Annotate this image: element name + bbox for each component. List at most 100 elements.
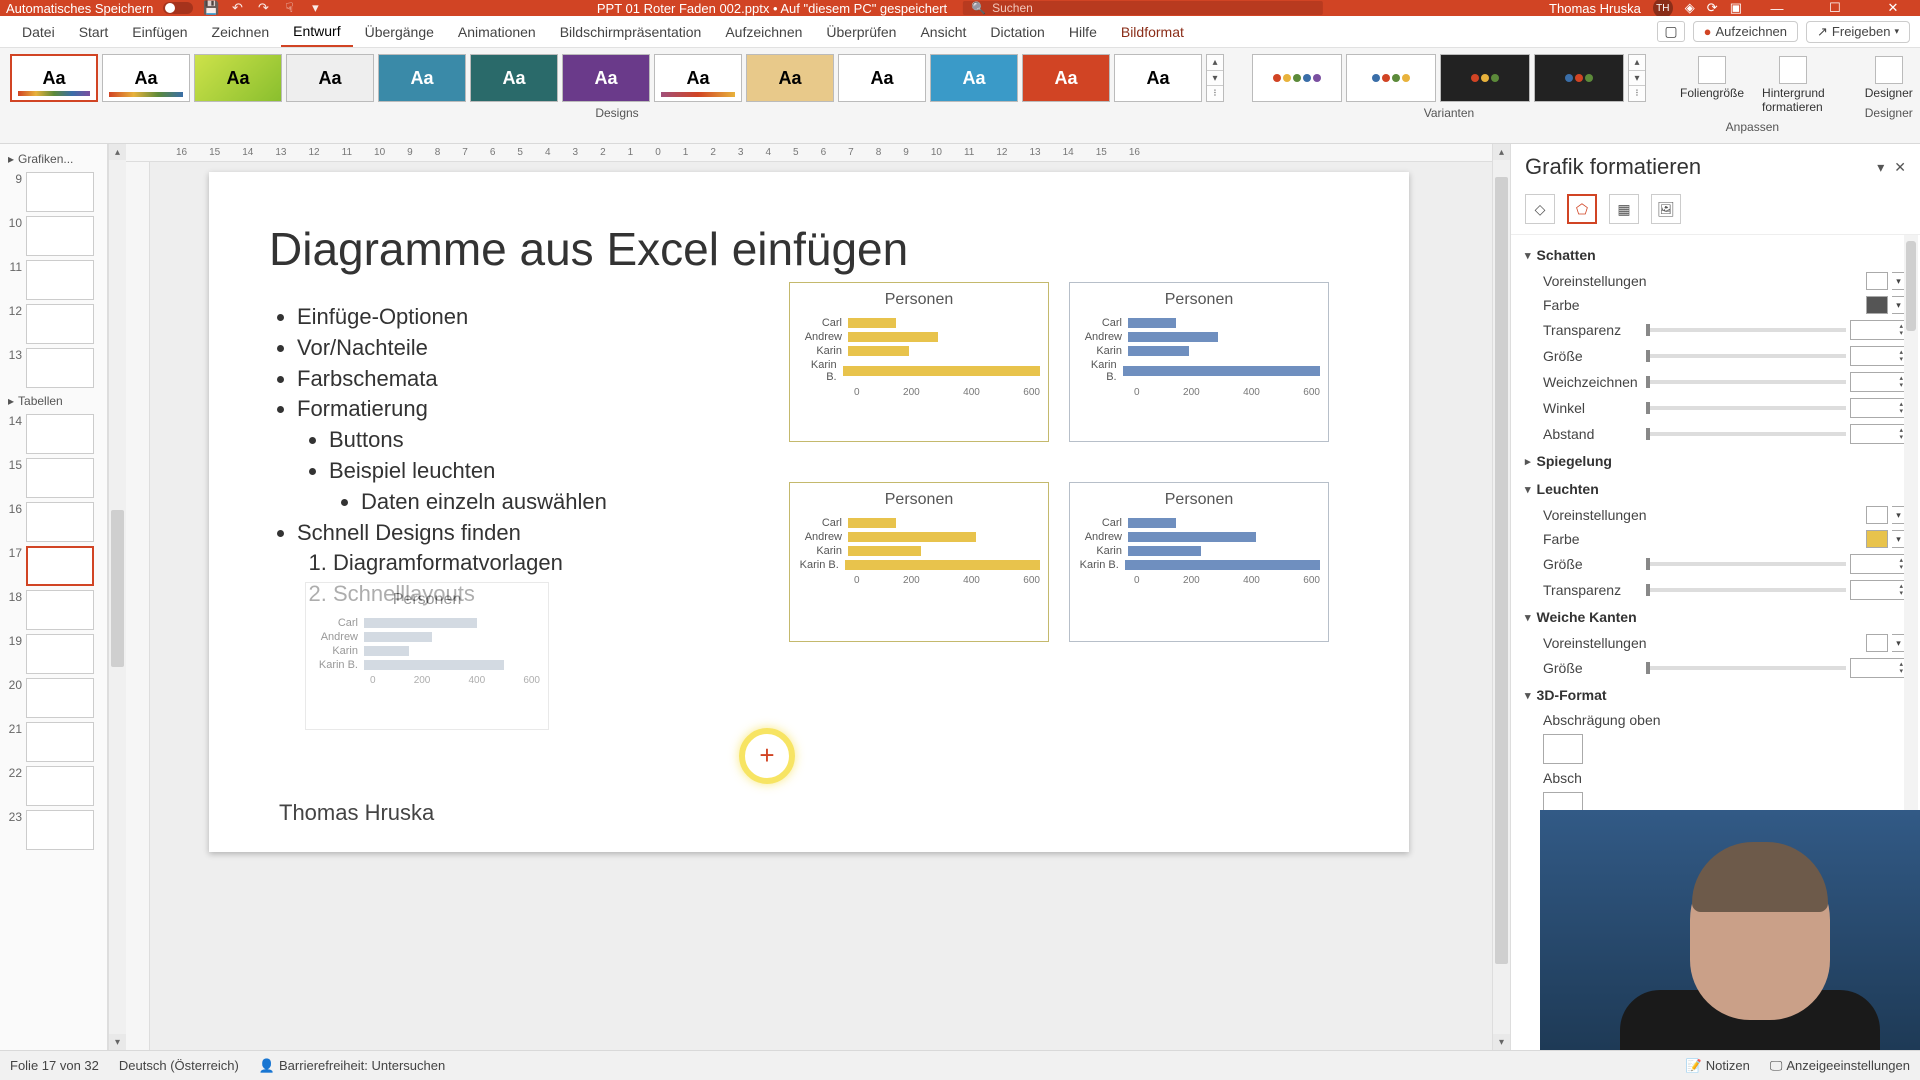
maximize-button[interactable]: ☐: [1812, 0, 1858, 16]
theme-thumb[interactable]: Aa: [194, 54, 282, 102]
theme-gallery-scroll[interactable]: ▴▾⁝: [1206, 54, 1224, 102]
variant-thumb[interactable]: [1346, 54, 1436, 102]
designer-button[interactable]: Designer: [1859, 54, 1919, 102]
thumb-10[interactable]: 10: [4, 216, 103, 256]
language-status[interactable]: Deutsch (Österreich): [119, 1058, 239, 1073]
chart-blue-1[interactable]: Personen Carl Andrew Karin Karin B. 0200…: [1069, 282, 1329, 442]
slide-canvas[interactable]: Diagramme aus Excel einfügen Einfüge-Opt…: [209, 172, 1409, 852]
variant-thumb[interactable]: [1440, 54, 1530, 102]
theme-thumb[interactable]: Aa: [1114, 54, 1202, 102]
redo-icon[interactable]: ↷: [255, 0, 271, 16]
theme-gallery[interactable]: Aa Aa Aa Aa Aa Aa Aa Aa Aa Aa Aa Aa Aa ▴…: [10, 54, 1224, 102]
slidesize-button[interactable]: Foliengröße: [1674, 54, 1750, 116]
window-layout-icon[interactable]: ▣: [1730, 0, 1742, 16]
section-reflection[interactable]: ▸Spiegelung: [1525, 447, 1906, 475]
tab-uebergaenge[interactable]: Übergänge: [353, 16, 446, 47]
theme-thumb[interactable]: Aa: [378, 54, 466, 102]
tab-ueberpruefen[interactable]: Überprüfen: [814, 16, 908, 47]
transparency-slider[interactable]: [1646, 328, 1846, 332]
undo-icon[interactable]: ↶: [229, 0, 245, 16]
section-shadow[interactable]: ▾Schatten: [1525, 241, 1906, 269]
glow-size-slider[interactable]: [1646, 562, 1846, 566]
tab-animationen[interactable]: Animationen: [446, 16, 548, 47]
section-3d[interactable]: ▾3D-Format: [1525, 681, 1906, 709]
chart-blue-2[interactable]: Personen Carl Andrew Karin Karin B. 0200…: [1069, 482, 1329, 642]
chart-ghost[interactable]: Personen Carl Andrew Karin Karin B. 0200…: [305, 582, 549, 730]
thumb-11[interactable]: 11: [4, 260, 103, 300]
pane-dropdown-icon[interactable]: ▾: [1877, 159, 1884, 176]
section-softedge[interactable]: ▾Weiche Kanten: [1525, 603, 1906, 631]
minimize-button[interactable]: —: [1754, 0, 1800, 16]
distance-input[interactable]: ▴▾: [1850, 424, 1906, 444]
thumb-13[interactable]: 13: [4, 348, 103, 388]
variant-gallery-scroll[interactable]: ▴▾⁝: [1628, 54, 1646, 102]
thumb-12[interactable]: 12: [4, 304, 103, 344]
tab-aufzeichnen[interactable]: Aufzeichnen: [713, 16, 814, 47]
thumb-section[interactable]: ▸ Grafiken...: [0, 150, 107, 168]
theme-thumb[interactable]: Aa: [102, 54, 190, 102]
size-input[interactable]: ▴▾: [1850, 346, 1906, 366]
variant-gallery[interactable]: ▴▾⁝: [1252, 54, 1646, 102]
slide-thumbnails[interactable]: ▸ Grafiken... 9 10 11 12 13 ▸ Tabellen 1…: [0, 144, 108, 1050]
size-slider[interactable]: [1646, 354, 1846, 358]
theme-thumb[interactable]: Aa: [746, 54, 834, 102]
distance-slider[interactable]: [1646, 432, 1846, 436]
blur-input[interactable]: ▴▾: [1850, 372, 1906, 392]
tab-hilfe[interactable]: Hilfe: [1057, 16, 1109, 47]
color-swatch[interactable]: [1866, 530, 1888, 548]
theme-thumb[interactable]: Aa: [838, 54, 926, 102]
theme-thumb[interactable]: Aa: [1022, 54, 1110, 102]
tab-start[interactable]: Start: [67, 16, 121, 47]
preset-swatch[interactable]: [1866, 506, 1888, 524]
color-swatch[interactable]: [1866, 296, 1888, 314]
display-settings[interactable]: 🖵 Anzeigeeinstellungen: [1770, 1058, 1910, 1074]
thumb-section[interactable]: ▸ Tabellen: [0, 392, 107, 410]
thumb-23[interactable]: 23: [4, 810, 103, 850]
notes-button[interactable]: 📝 Notizen: [1686, 1058, 1750, 1074]
section-glow[interactable]: ▾Leuchten: [1525, 475, 1906, 503]
more-qat-icon[interactable]: ▾: [307, 0, 323, 16]
preset-swatch[interactable]: [1866, 634, 1888, 652]
tab-bildschirm[interactable]: Bildschirmpräsentation: [548, 16, 714, 47]
picture-tab-icon[interactable]: 🖼: [1651, 194, 1681, 224]
softedge-input[interactable]: ▴▾: [1850, 658, 1906, 678]
glow-trans-slider[interactable]: [1646, 588, 1846, 592]
angle-slider[interactable]: [1646, 406, 1846, 410]
pane-close-icon[interactable]: ✕: [1894, 159, 1906, 176]
chart-yellow-2[interactable]: Personen Carl Andrew Karin Karin B. 0200…: [789, 482, 1049, 642]
tab-ansicht[interactable]: Ansicht: [908, 16, 978, 47]
angle-input[interactable]: ▴▾: [1850, 398, 1906, 418]
thumb-14[interactable]: 14: [4, 414, 103, 454]
thumb-17[interactable]: 17: [4, 546, 103, 586]
slide-title[interactable]: Diagramme aus Excel einfügen: [269, 222, 1349, 276]
chart-yellow-1[interactable]: Personen Carl Andrew Karin Karin B. 0200…: [789, 282, 1049, 442]
tab-bildformat[interactable]: Bildformat: [1109, 16, 1196, 47]
slide-counter[interactable]: Folie 17 von 32: [10, 1058, 99, 1073]
thumbnails-scrollbar[interactable]: ▴▾: [108, 144, 126, 1050]
close-button[interactable]: ✕: [1870, 0, 1916, 16]
thumb-20[interactable]: 20: [4, 678, 103, 718]
theme-thumb[interactable]: Aa: [930, 54, 1018, 102]
search-box[interactable]: 🔍 Suchen: [963, 1, 1323, 15]
user-name[interactable]: Thomas Hruska: [1549, 1, 1641, 16]
thumb-19[interactable]: 19: [4, 634, 103, 674]
record-button[interactable]: ●Aufzeichnen: [1693, 21, 1798, 42]
bgformat-button[interactable]: Hintergrund formatieren: [1756, 54, 1831, 116]
collapse-ribbon-icon[interactable]: ▢: [1657, 21, 1684, 42]
thumb-9[interactable]: 9: [4, 172, 103, 212]
variant-thumb[interactable]: [1534, 54, 1624, 102]
autosave-toggle[interactable]: [163, 2, 193, 14]
glow-size-input[interactable]: ▴▾: [1850, 554, 1906, 574]
blur-slider[interactable]: [1646, 380, 1846, 384]
accessibility-status[interactable]: 👤 Barrierefreiheit: Untersuchen: [259, 1058, 445, 1074]
glow-trans-input[interactable]: ▴▾: [1850, 580, 1906, 600]
theme-thumb[interactable]: Aa: [562, 54, 650, 102]
preset-swatch[interactable]: [1866, 272, 1888, 290]
theme-thumb[interactable]: Aa: [10, 54, 98, 102]
tab-dictation[interactable]: Dictation: [978, 16, 1056, 47]
paint-tab-icon[interactable]: ◇: [1525, 194, 1555, 224]
canvas-scrollbar[interactable]: ▴▾: [1492, 144, 1510, 1050]
variant-thumb[interactable]: [1252, 54, 1342, 102]
thumb-15[interactable]: 15: [4, 458, 103, 498]
tab-entwurf[interactable]: Entwurf: [281, 16, 352, 47]
